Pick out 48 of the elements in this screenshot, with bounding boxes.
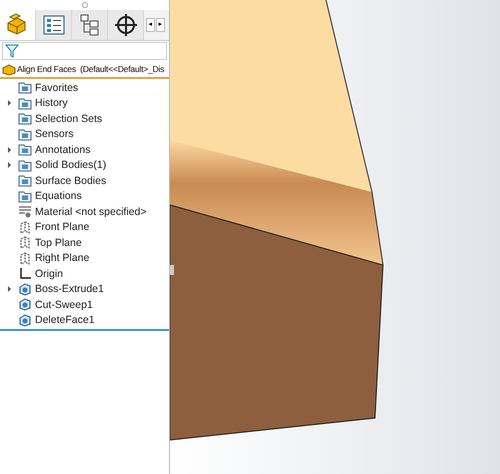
tree-item[interactable]: Right Plane [35, 252, 90, 264]
tree-item[interactable]: Sensors [35, 128, 74, 140]
feature-icon [18, 282, 32, 296]
tree-icon [78, 13, 102, 37]
feature-icon [18, 298, 32, 312]
panel-tab[interactable] [36, 10, 72, 40]
folder-icon [18, 143, 32, 156]
plane-icon [18, 236, 32, 250]
expand-arrow-icon[interactable] [8, 146, 10, 153]
folder-icon [18, 190, 32, 203]
list-icon [42, 14, 66, 36]
plane-icon [18, 252, 32, 265]
panel-grip-icon[interactable] [82, 2, 88, 8]
folder-icon [18, 96, 32, 110]
tree-item[interactable]: Origin [35, 268, 64, 280]
folder-icon [18, 81, 32, 94]
tree-item[interactable]: Top Plane [35, 236, 82, 249]
part-title[interactable]: Align End Faces (Default<<Default>_Dis [17, 64, 164, 74]
filter-icon [5, 44, 19, 58]
tree-item[interactable]: Selection Sets [35, 112, 102, 125]
part-icon [2, 62, 16, 76]
tree-item[interactable]: Equations [35, 190, 82, 202]
expand-arrow-icon[interactable] [8, 100, 10, 106]
folder-icon [18, 158, 32, 172]
panel-tab[interactable] [72, 10, 108, 40]
origin-icon [18, 267, 32, 280]
panel-tab[interactable] [108, 10, 144, 40]
tree-item[interactable]: Favorites [35, 82, 78, 94]
expand-arrow-icon[interactable] [8, 162, 10, 168]
plane-icon [18, 220, 32, 234]
tree-item[interactable]: Surface Bodies [35, 174, 106, 187]
material-icon [18, 205, 32, 218]
tree-item[interactable]: Solid Bodies(1) [35, 159, 106, 172]
filter-field[interactable] [2, 42, 167, 60]
tree-item[interactable]: Cut-Sweep1 [35, 298, 93, 311]
expand-arrow-icon[interactable] [8, 286, 10, 292]
folder-icon [18, 174, 32, 188]
crosshair-icon [114, 13, 138, 37]
tree-item[interactable]: Material <not specified> [35, 206, 146, 218]
tree-item[interactable]: Annotations [35, 144, 90, 156]
tree-item[interactable]: Front Plane [35, 221, 90, 234]
feature-icon [18, 314, 32, 327]
tree-item[interactable]: Boss-Extrude1 [35, 283, 104, 296]
panel-collapse-handle[interactable] [170, 265, 174, 275]
tree-item[interactable]: DeleteFace1 [35, 314, 95, 326]
folder-icon [18, 128, 32, 141]
folder-icon [18, 112, 32, 126]
tree-item[interactable]: History [35, 97, 68, 110]
